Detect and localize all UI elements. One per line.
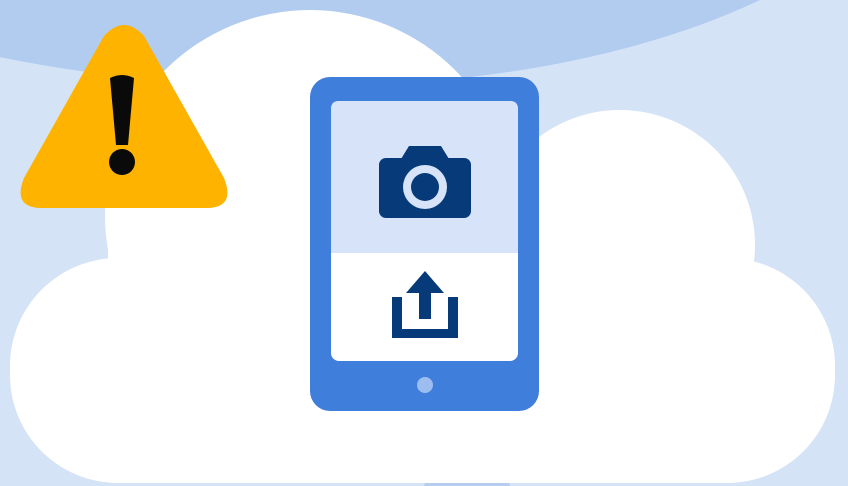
tablet-icon bbox=[310, 77, 539, 411]
illustration-scene bbox=[0, 0, 848, 486]
warning-exclamation-dot bbox=[109, 149, 135, 175]
tablet-home-button bbox=[417, 377, 433, 393]
scene-svg bbox=[0, 0, 848, 486]
